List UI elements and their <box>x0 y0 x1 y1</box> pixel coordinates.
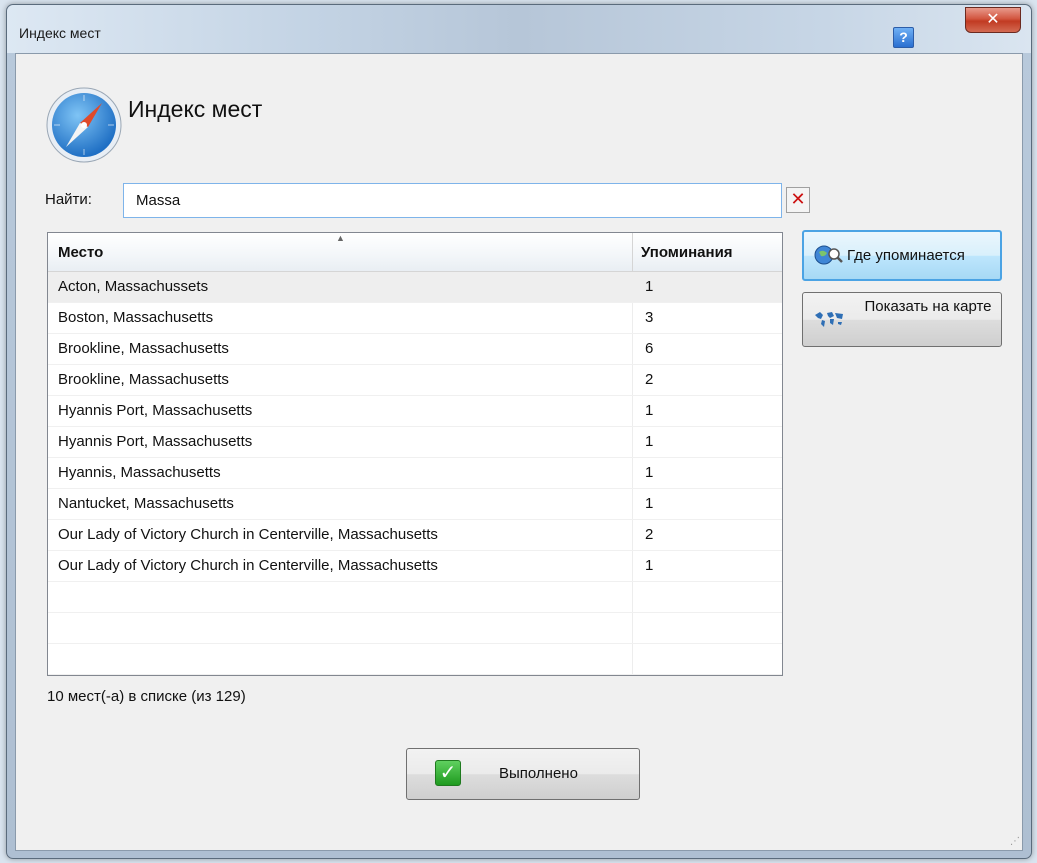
column-header-mentions[interactable]: Упоминания <box>641 233 733 271</box>
show-on-map-button[interactable]: Показать на карте <box>802 292 1002 347</box>
table-row[interactable]: Acton, Massachussets 1 <box>48 272 782 303</box>
table-row[interactable]: Brookline, Massachusetts 6 <box>48 334 782 365</box>
place-cell: Hyannis, Massachusetts <box>58 464 221 481</box>
dialog-window: Индекс мест ? ✕ Индекс мест Найти: Massa… <box>6 4 1032 859</box>
resize-grip-icon[interactable]: ⋰ <box>1010 836 1020 847</box>
title-bar: Индекс мест ? ✕ <box>7 5 1031 53</box>
table-header: ▲ Место Упоминания <box>48 233 782 272</box>
column-header-place[interactable]: Место <box>58 233 103 271</box>
close-button[interactable]: ✕ <box>965 7 1021 33</box>
checkmark-icon: ✓ <box>435 760 461 786</box>
place-cell: Acton, Massachussets <box>58 278 209 295</box>
mentions-cell: 6 <box>645 340 654 357</box>
status-text: 10 мест(-а) в списке (из 129) <box>47 688 246 705</box>
world-map-icon <box>815 312 843 327</box>
window-title: Индекс мест <box>19 25 101 41</box>
mentions-cell: 1 <box>645 464 654 481</box>
sort-ascending-icon: ▲ <box>336 233 345 243</box>
mentions-cell: 1 <box>645 495 654 512</box>
empty-row <box>48 613 782 644</box>
place-cell: Nantucket, Massachusetts <box>58 495 234 512</box>
place-cell: Brookline, Massachusetts <box>58 371 229 388</box>
table-row[interactable]: Our Lady of Victory Church in Centervill… <box>48 520 782 551</box>
dialog-body: Индекс мест Найти: Massa ✕ ▲ Место Упоми… <box>15 53 1023 851</box>
table-row[interactable]: Boston, Massachusetts 3 <box>48 303 782 334</box>
search-label: Найти: <box>45 191 92 208</box>
column-divider[interactable] <box>632 233 633 271</box>
where-mentioned-button[interactable]: Где упоминается <box>802 230 1002 281</box>
table-row[interactable]: Hyannis Port, Massachusetts 1 <box>48 396 782 427</box>
search-input[interactable]: Massa <box>123 183 782 218</box>
mentions-cell: 2 <box>645 371 654 388</box>
mentions-cell: 1 <box>645 402 654 419</box>
table-row[interactable]: Hyannis Port, Massachusetts 1 <box>48 427 782 458</box>
mentions-cell: 1 <box>645 433 654 450</box>
mentions-cell: 3 <box>645 309 654 326</box>
done-button[interactable]: ✓ Выполнено <box>406 748 640 800</box>
mentions-cell: 1 <box>645 278 654 295</box>
help-button[interactable]: ? <box>893 27 914 48</box>
empty-row <box>48 644 782 675</box>
done-label: Выполнено <box>499 765 578 782</box>
page-title: Индекс мест <box>128 96 263 122</box>
globe-search-icon <box>814 245 843 265</box>
mentions-cell: 2 <box>645 526 654 543</box>
compass-icon <box>46 87 122 163</box>
where-mentioned-label: Где упоминается <box>847 247 965 264</box>
place-cell: Our Lady of Victory Church in Centervill… <box>58 557 438 574</box>
mentions-cell: 1 <box>645 557 654 574</box>
place-cell: Hyannis Port, Massachusetts <box>58 433 253 450</box>
place-cell: Hyannis Port, Massachusetts <box>58 402 253 419</box>
place-cell: Brookline, Massachusetts <box>58 340 229 357</box>
places-table[interactable]: ▲ Место Упоминания Acton, Massachussets … <box>47 232 783 676</box>
table-row[interactable]: Our Lady of Victory Church in Centervill… <box>48 551 782 582</box>
place-cell: Boston, Massachusetts <box>58 309 214 326</box>
place-cell: Our Lady of Victory Church in Centervill… <box>58 526 438 543</box>
empty-row <box>48 582 782 613</box>
table-row[interactable]: Hyannis, Massachusetts 1 <box>48 458 782 489</box>
table-row[interactable]: Nantucket, Massachusetts 1 <box>48 489 782 520</box>
show-on-map-label: Показать на карте <box>864 298 992 315</box>
clear-search-button[interactable]: ✕ <box>786 187 810 213</box>
table-row[interactable]: Brookline, Massachusetts 2 <box>48 365 782 396</box>
